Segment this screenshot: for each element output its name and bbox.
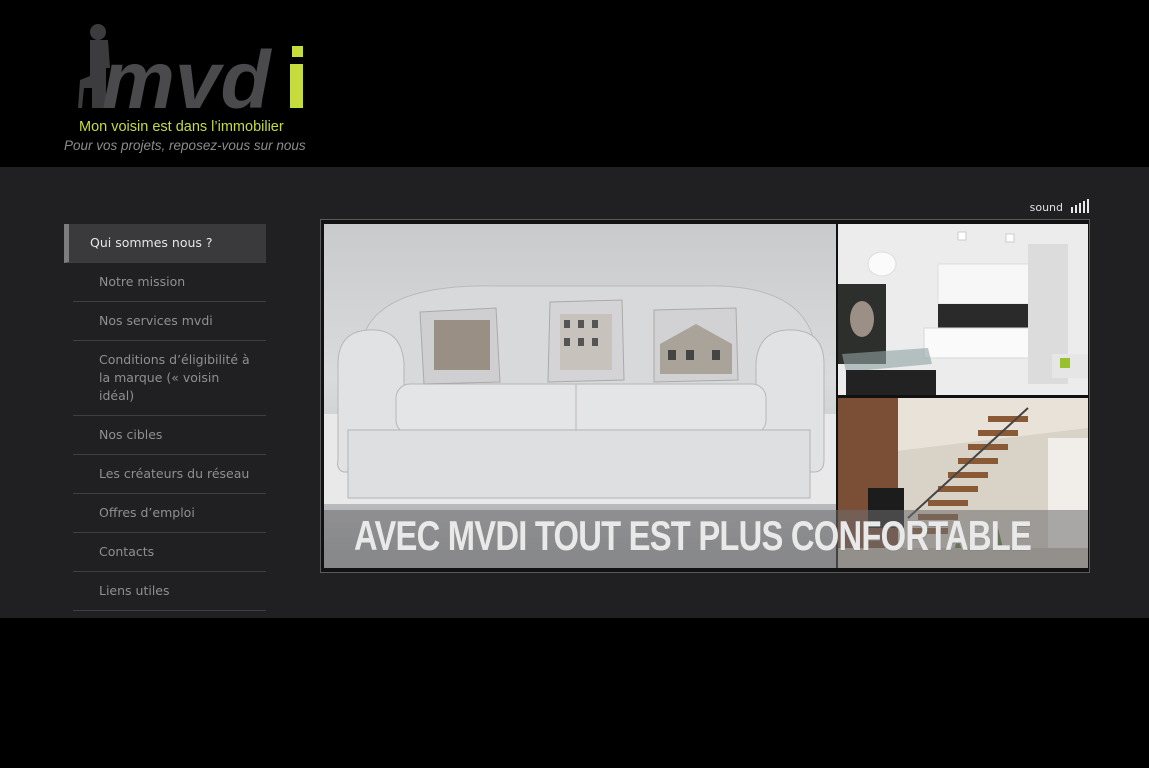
wordmark-mvd: mvd <box>102 35 273 118</box>
sound-label: sound <box>1029 201 1063 214</box>
volume-bars-icon <box>1071 199 1089 213</box>
page-footer <box>0 618 1149 768</box>
nav-item-nos-cibles[interactable]: Nos cibles <box>73 416 266 455</box>
nav-item-qui-sommes-nous[interactable]: Qui sommes nous ? <box>64 224 266 263</box>
nav-item-conditions[interactable]: Conditions d’éligibilité à la marque (« … <box>73 341 266 416</box>
logo-subtitle: Pour vos projets, reposez-vous sur nous <box>64 138 306 153</box>
nav-item-createurs[interactable]: Les créateurs du réseau <box>73 455 266 494</box>
mvdi-wordmark-logo: mvd <box>78 24 303 118</box>
nav-item-offres-emploi[interactable]: Offres d’emploi <box>73 494 266 533</box>
logo-tagline: Mon voisin est dans l’immobilier <box>79 119 284 135</box>
kitchen-image <box>838 224 1088 395</box>
nav-item-liens-utiles[interactable]: Liens utiles <box>73 572 266 611</box>
nav-item-notre-mission[interactable]: Notre mission <box>73 263 266 302</box>
site-logo[interactable]: mvd Mon voisin est dans l’immobilier Pou… <box>62 18 332 158</box>
banner-slogan: AVEC MVDI TOUT EST PLUS CONFORTABLE <box>354 512 1032 559</box>
sidebar-nav: Qui sommes nous ? Notre mission Nos serv… <box>64 224 266 611</box>
nav-item-nos-services[interactable]: Nos services mvdi <box>73 302 266 341</box>
hero-banner: AVEC MVDI TOUT EST PLUS CONFORTABLE <box>320 219 1090 573</box>
sound-toggle[interactable]: sound <box>1030 199 1089 213</box>
nav-item-contacts[interactable]: Contacts <box>73 533 266 572</box>
site-header: mvd Mon voisin est dans l’immobilier Pou… <box>0 0 1149 167</box>
